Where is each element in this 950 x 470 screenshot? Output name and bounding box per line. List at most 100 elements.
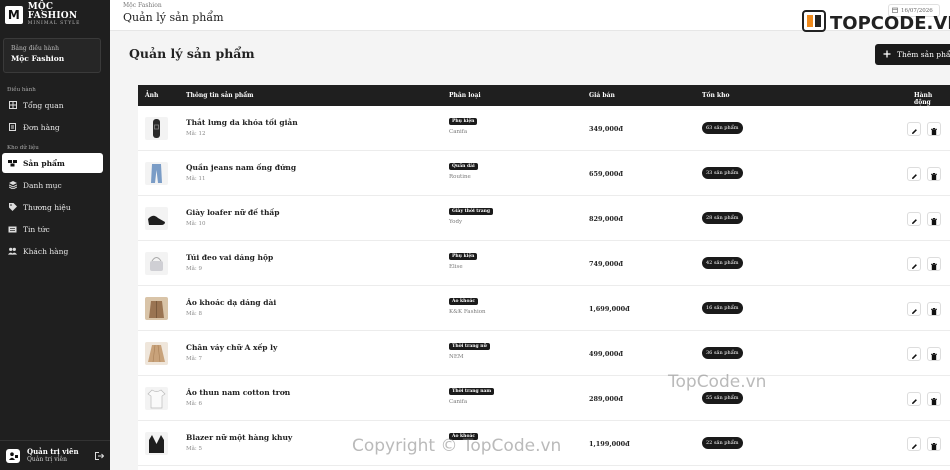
store-card: Bảng điều hành Mộc Fashion — [3, 38, 101, 73]
delete-button[interactable] — [927, 212, 941, 226]
table-row[interactable]: Túi đeo vai dáng hộp Mã: 9 Phụ kiện Elis… — [138, 241, 950, 286]
stock-badge: 33 sản phẩm — [702, 167, 743, 179]
product-price: 289,000đ — [589, 395, 623, 403]
edit-button[interactable] — [907, 257, 921, 271]
product-brand: Elise — [449, 264, 463, 270]
sidebar-item-label: Đơn hàng — [23, 122, 60, 132]
receipt-icon — [8, 123, 17, 131]
logout-icon[interactable] — [94, 451, 104, 460]
table-row[interactable]: Quần jeans nam ống đứng Mã: 11 Quần dài … — [138, 151, 950, 196]
edit-button[interactable] — [907, 122, 921, 136]
edit-button[interactable] — [907, 392, 921, 406]
stock-badge: 42 sản phẩm — [702, 257, 743, 269]
edit-icon — [911, 435, 918, 454]
tag-icon — [8, 203, 17, 211]
page-title: Quản lý sản phẩm — [129, 46, 255, 61]
topcode-logo-icon — [802, 10, 826, 36]
delete-button[interactable] — [927, 257, 941, 271]
sidebar-item-brands[interactable]: Thương hiệu — [2, 197, 103, 217]
brand-tagline: MINIMAL STYLE — [27, 21, 81, 27]
delete-button[interactable] — [927, 347, 941, 361]
product-image — [145, 297, 168, 320]
product-brand: Canifa — [449, 129, 468, 135]
trash-icon — [931, 345, 937, 364]
product-name: Áo khoác dạ dáng dài — [186, 298, 277, 307]
add-product-label: Thêm sản phẩm — [897, 50, 950, 59]
layers-icon — [8, 181, 17, 189]
product-brand: Yody — [449, 219, 463, 225]
sidebar-item-overview[interactable]: Tổng quan — [2, 95, 103, 115]
product-name: Túi đeo vai dáng hộp — [186, 253, 274, 262]
product-code: Mã: 11 — [186, 176, 206, 182]
table-row[interactable]: Áo thun nam cotton trơn Mã: 6 Thời trang… — [138, 376, 950, 421]
sidebar-item-categories[interactable]: Danh mục — [2, 175, 103, 195]
edit-button[interactable] — [907, 302, 921, 316]
edit-icon — [911, 345, 918, 364]
breadcrumb[interactable]: Mộc Fashion — [123, 2, 162, 9]
brand[interactable]: M MỘC FASHION MINIMAL STYLE — [0, 0, 110, 30]
product-name: Chân váy chữ A xếp ly — [186, 343, 278, 352]
product-price: 659,000đ — [589, 170, 623, 178]
product-code: Mã: 12 — [186, 131, 206, 137]
table-header: Ảnh Thông tin sản phẩm Phân loại Giá bán… — [138, 85, 950, 106]
user-avatar-icon — [6, 448, 20, 463]
trash-icon — [931, 210, 937, 229]
edit-button[interactable] — [907, 167, 921, 181]
delete-button[interactable] — [927, 167, 941, 181]
delete-button[interactable] — [927, 392, 941, 406]
plus-icon — [883, 50, 891, 60]
product-code: Mã: 5 — [186, 446, 203, 452]
add-product-button[interactable]: Thêm sản phẩm — [875, 44, 950, 65]
table-row[interactable]: Giày loafer nữ đế thấp Mã: 10 Giày thời … — [138, 196, 950, 241]
edit-icon — [911, 390, 918, 409]
category-badge: Giày thời trang — [449, 208, 494, 215]
edit-icon — [911, 165, 918, 184]
edit-icon — [911, 210, 918, 229]
sidebar-item-label: Danh mục — [23, 180, 62, 190]
sidebar-item-products[interactable]: Sản phẩm — [2, 153, 103, 173]
table-row[interactable]: Áo khoác dạ dáng dài Mã: 8 Áo khoác K&K … — [138, 286, 950, 331]
product-price: 349,000đ — [589, 125, 623, 133]
edit-button[interactable] — [907, 212, 921, 226]
delete-button[interactable] — [927, 437, 941, 451]
sidebar: M MỘC FASHION MINIMAL STYLE Bảng điều hà… — [0, 0, 110, 470]
trash-icon — [931, 435, 937, 454]
topbar-title: Quản lý sản phẩm — [123, 11, 224, 24]
product-code: Mã: 8 — [186, 311, 203, 317]
sidebar-item-label: Tổng quan — [23, 100, 64, 110]
topcode-watermark: TopCode.vn — [668, 372, 767, 392]
edit-button[interactable] — [907, 437, 921, 451]
newspaper-icon — [8, 226, 17, 233]
col-price: Giá bán — [589, 92, 615, 99]
product-code: Mã: 6 — [186, 401, 203, 407]
store-name: Mộc Fashion — [11, 54, 65, 63]
product-code: Mã: 7 — [186, 356, 203, 362]
sidebar-item-orders[interactable]: Đơn hàng — [2, 117, 103, 137]
table-icon — [8, 101, 17, 109]
trash-icon — [931, 165, 937, 184]
product-name: Blazer nữ một hàng khuy — [186, 433, 293, 442]
sidebar-item-customers[interactable]: Khách hàng — [2, 241, 103, 261]
delete-button[interactable] — [927, 122, 941, 136]
user-panel: Quản trị viên Quản trị viên — [0, 440, 110, 470]
sidebar-item-label: Tin tức — [23, 224, 50, 234]
stock-badge: 22 sản phẩm — [702, 437, 743, 449]
edit-icon — [911, 255, 918, 274]
delete-button[interactable] — [927, 302, 941, 316]
brand-logo: M — [5, 6, 23, 24]
product-image — [145, 432, 168, 455]
sidebar-item-news[interactable]: Tin tức — [2, 219, 103, 239]
edit-button[interactable] — [907, 347, 921, 361]
product-image — [145, 162, 168, 185]
col-info: Thông tin sản phẩm — [186, 92, 254, 99]
brand-name: MỘC FASHION — [27, 2, 78, 22]
nav-group-data: Kho dữ liệu — [7, 145, 39, 151]
table-row[interactable]: Thắt lưng da khóa tối giản Mã: 12 Phụ ki… — [138, 106, 950, 151]
product-brand: K&K Fashion — [449, 309, 486, 315]
trash-icon — [931, 255, 937, 274]
nav-group-operations: Điều hành — [7, 87, 36, 93]
product-name: Quần jeans nam ống đứng — [186, 163, 297, 172]
product-brand: Routine — [449, 174, 471, 180]
product-name: Giày loafer nữ đế thấp — [186, 208, 280, 217]
table-row[interactable]: Chân váy chữ A xếp ly Mã: 7 Thời trang n… — [138, 331, 950, 376]
